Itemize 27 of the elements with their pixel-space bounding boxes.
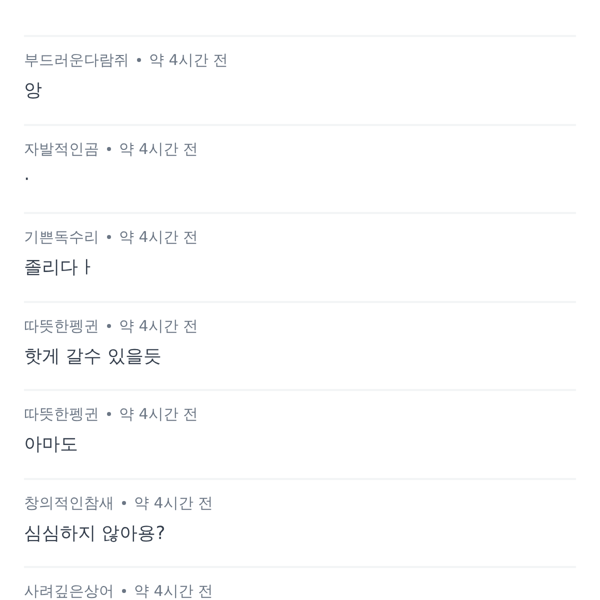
comment-author: 부드러운다람쥐 xyxy=(24,50,129,70)
comment-author: 따뜻한펭귄 xyxy=(24,404,99,424)
comment-time: 약 4시간 전 xyxy=(119,227,198,247)
comment-text: 심심하지 않아용? xyxy=(24,522,166,546)
separator-dot-icon xyxy=(122,589,126,593)
separator-dot-icon xyxy=(107,146,111,150)
separator-dot-icon xyxy=(107,324,111,328)
comment-time: 약 4시간 전 xyxy=(134,492,214,512)
separator-dot-icon xyxy=(107,412,111,416)
comment-author: 자발적인곰 xyxy=(24,138,99,158)
comment-author: 사려깊은상어 xyxy=(24,581,114,600)
separator-dot-icon xyxy=(137,58,141,62)
comment-text: 아마도 xyxy=(24,433,79,457)
comment-time: 약 4시간 전 xyxy=(119,138,198,158)
comment-author: 기쁜독수리 xyxy=(24,227,99,247)
comment-text: 앙 xyxy=(24,79,43,103)
comment-author: 따뜻한펭귄 xyxy=(24,316,99,336)
comment-author: 창의적인참새 xyxy=(24,492,114,512)
comment-time: 약 4시간 전 xyxy=(149,50,228,70)
comment-text: · xyxy=(24,168,31,192)
comment-text: 졸리다ㅏ xyxy=(24,256,97,280)
separator-dot-icon xyxy=(107,235,111,239)
comment-time: 약 4시간 전 xyxy=(119,316,198,336)
comment-time: 약 4시간 전 xyxy=(119,404,198,424)
separator-dot-icon xyxy=(122,500,126,504)
comment-text: 핫게 갈수 있을듯 xyxy=(24,344,162,368)
comment-time: 약 4시간 전 xyxy=(134,581,214,600)
